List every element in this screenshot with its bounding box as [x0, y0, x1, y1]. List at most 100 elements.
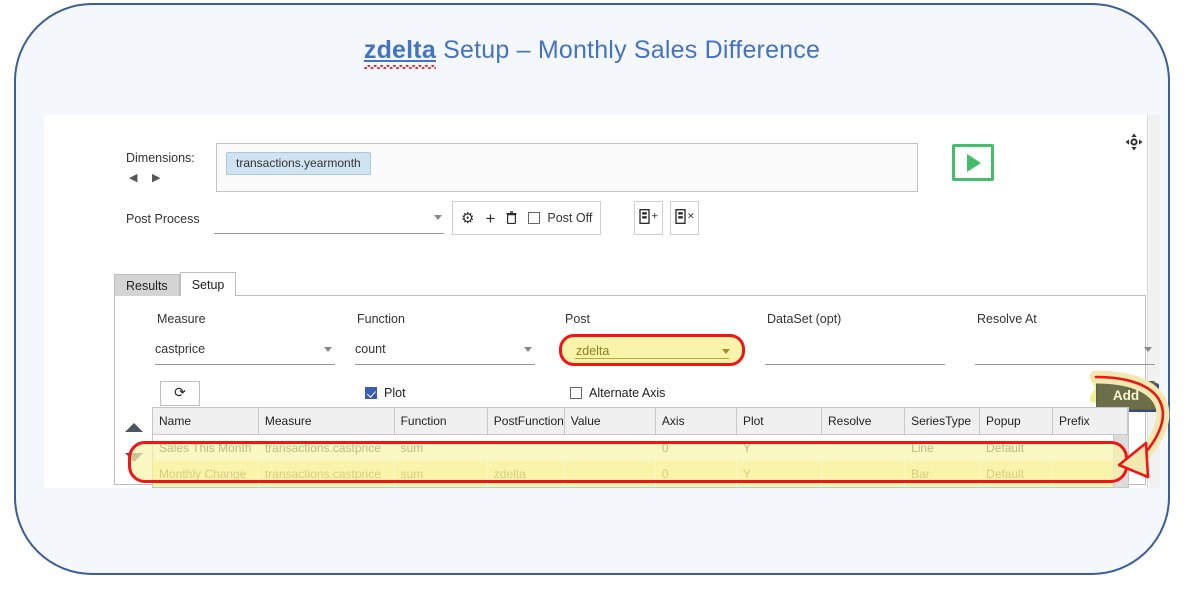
col-header-resolve[interactable]: Resolve [821, 408, 906, 435]
refresh-icon: ⟳ [174, 385, 186, 401]
post-off-checkbox[interactable]: Post Off [528, 211, 592, 225]
cell-axis: 0 [655, 434, 737, 461]
chevron-down-icon [1144, 347, 1152, 352]
run-query-button[interactable] [952, 144, 994, 181]
cell-popup: Default [979, 461, 1053, 487]
grid-scrollbar[interactable] [1113, 435, 1128, 487]
cell-measure: transactions.castprice [258, 434, 395, 461]
dataset-select[interactable] [765, 340, 945, 365]
cell-resolve [821, 461, 905, 487]
play-icon [967, 154, 981, 172]
remove-panel-button[interactable]: × [670, 201, 699, 235]
post-off-checkbox-box[interactable] [528, 212, 541, 224]
plus-icon[interactable]: + [485, 210, 495, 227]
post-off-label: Post Off [547, 211, 593, 225]
cell-name: Monthly Change [153, 461, 259, 487]
cell-function: sum [394, 461, 488, 487]
post-label: Post [565, 312, 591, 326]
cell-postfunction: zdelta [487, 461, 565, 487]
table-row[interactable]: Sales This Month transactions.castprice … [153, 434, 1128, 461]
dimensions-next-icon[interactable]: ▶ [152, 171, 160, 184]
cell-value [564, 434, 656, 461]
col-header-measure[interactable]: Measure [258, 408, 395, 435]
dimensions-label: Dimensions: [126, 151, 195, 165]
add-button[interactable]: Add [1096, 381, 1156, 410]
alternate-axis-label: Alternate Axis [589, 386, 666, 400]
panel-close-icon: × [671, 209, 698, 227]
cell-seriestype: Line [904, 434, 980, 461]
cell-plot: Y [736, 461, 822, 487]
col-header-prefix[interactable]: Prefix [1052, 408, 1128, 435]
post-process-row: Post Process ⚙ + Post Off + × [44, 201, 1161, 247]
dimension-chip[interactable]: transactions.yearmonth [226, 152, 371, 175]
dimensions-row: Dimensions: ◀ ▶ transactions.yearmonth [44, 138, 1161, 200]
post-underline [575, 358, 729, 359]
cell-resolve [821, 434, 905, 461]
table-header-row: Name Measure Function PostFunction Value… [153, 408, 1128, 435]
chevron-down-icon [434, 215, 442, 220]
tab-setup[interactable]: Setup [179, 272, 237, 296]
function-value: count [355, 342, 386, 356]
move-row-up-icon[interactable] [125, 423, 143, 432]
move-row-down-icon[interactable] [125, 453, 143, 462]
col-header-popup[interactable]: Popup [979, 408, 1053, 435]
panel-plus-icon: + [635, 209, 662, 227]
cell-value [564, 461, 656, 487]
dimensions-prev-icon[interactable]: ◀ [129, 171, 137, 184]
plot-checkbox-box[interactable] [365, 387, 377, 399]
tab-results[interactable]: Results [114, 274, 180, 296]
cell-plot: Y [736, 434, 822, 461]
cell-name: Sales This Month [153, 434, 259, 461]
dimensions-field[interactable]: transactions.yearmonth [216, 143, 918, 192]
series-table: Name Measure Function PostFunction Value… [153, 408, 1128, 487]
table-row[interactable]: Monthly Change transactions.castprice su… [153, 461, 1128, 487]
col-header-axis[interactable]: Axis [655, 408, 737, 435]
gear-icon[interactable]: ⚙ [461, 211, 474, 226]
chevron-down-icon [324, 347, 332, 352]
chevron-down-icon [722, 349, 730, 354]
col-header-value[interactable]: Value [564, 408, 656, 435]
tab-bar: Results Setup [114, 272, 237, 296]
app-window: Dimensions: ◀ ▶ transactions.yearmonth P… [44, 115, 1161, 488]
cell-popup: Default [979, 434, 1053, 461]
function-label: Function [357, 312, 405, 326]
col-header-plot[interactable]: Plot [736, 408, 823, 435]
cell-function: sum [394, 434, 488, 461]
col-header-seriestype[interactable]: SeriesType [904, 408, 981, 435]
document-card: zdelta Setup – Monthly Sales Difference … [14, 3, 1170, 575]
svg-text:×: × [687, 212, 695, 222]
cell-postfunction [487, 434, 565, 461]
col-header-postfunction[interactable]: PostFunction [487, 408, 565, 435]
title-keyword: zdelta [363, 36, 436, 64]
series-grid: Name Measure Function PostFunction Value… [152, 407, 1129, 488]
post-value: zdelta [576, 344, 610, 358]
resolve-at-label: Resolve At [977, 312, 1037, 326]
alternate-axis-checkbox-box[interactable] [570, 387, 582, 399]
add-panel-button[interactable]: + [634, 201, 663, 235]
plot-checkbox-label: Plot [384, 386, 406, 400]
dataset-label: DataSet (opt) [767, 312, 842, 326]
alternate-axis-checkbox[interactable]: Alternate Axis [570, 386, 665, 400]
col-header-function[interactable]: Function [394, 408, 488, 435]
cell-axis: 0 [655, 461, 737, 487]
cell-seriestype: Bar [904, 461, 980, 487]
refresh-button[interactable]: ⟳ [160, 381, 200, 406]
page-title: zdelta Setup – Monthly Sales Difference [16, 36, 1168, 65]
row-reorder-controls [119, 415, 149, 485]
svg-text:+: + [651, 212, 659, 222]
post-process-label: Post Process [126, 212, 200, 226]
trash-icon[interactable] [506, 210, 517, 226]
col-header-name[interactable]: Name [153, 408, 259, 435]
measure-value: castprice [155, 342, 206, 356]
resolve-at-select[interactable] [975, 340, 1155, 365]
post-process-toolbar: ⚙ + Post Off [452, 201, 602, 235]
measure-select[interactable]: castprice [155, 340, 335, 365]
post-select[interactable]: zdelta [559, 334, 745, 366]
chevron-down-icon [524, 347, 532, 352]
cell-measure: transactions.castprice [258, 461, 395, 487]
title-rest: Setup – Monthly Sales Difference [435, 36, 821, 64]
plot-checkbox[interactable]: Plot [365, 386, 406, 400]
function-select[interactable]: count [355, 340, 535, 365]
post-process-select[interactable] [214, 209, 444, 234]
measure-label: Measure [157, 312, 206, 326]
